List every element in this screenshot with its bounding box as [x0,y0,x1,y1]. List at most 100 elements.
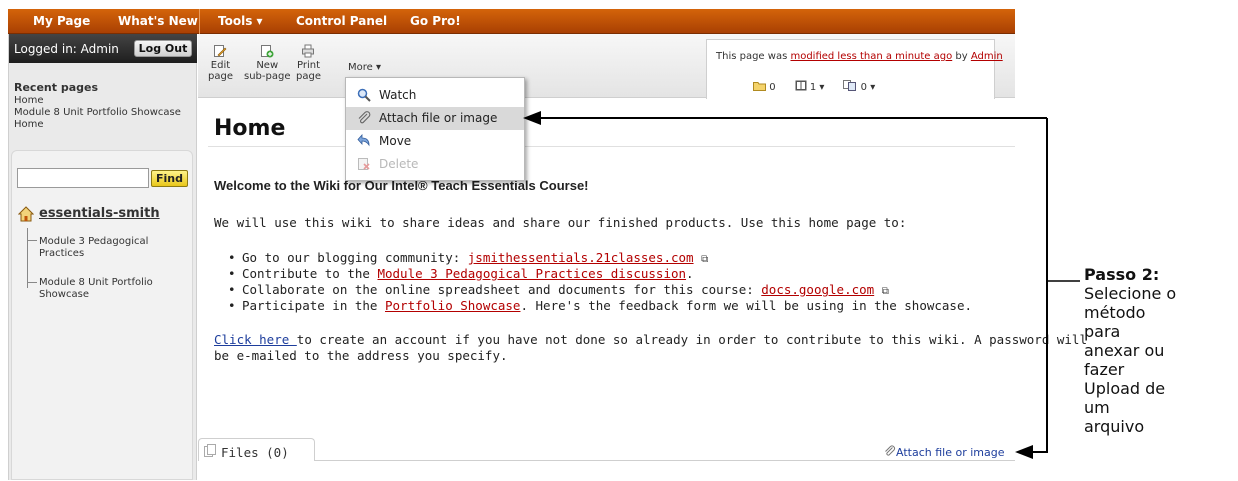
delete-page-icon [358,158,370,170]
list-item-text: Collaborate on the online spreadsheet an… [242,282,762,297]
annotation-line: anexar ou [1084,341,1165,360]
annotation-line: Selecione o [1084,284,1177,303]
find-button[interactable]: Find [151,170,188,187]
nav-tools-menu[interactable]: Tools ▾ [218,9,263,34]
click-here-link[interactable]: Click here [214,332,297,347]
page-history-link[interactable]: modified less than a minute ago [790,51,952,62]
external-link-icon: ⧉ [701,254,709,265]
pages-count[interactable]: 1 ▾ [810,82,825,93]
annotation-line: arquivo [1084,417,1145,436]
files-tab[interactable]: Files (0) [198,438,315,461]
watch-magnifier-icon [357,88,371,102]
page-stats: 0 1 ▾ 0 ▾ [753,80,875,93]
tree-page-link[interactable]: Module 3 Pedagogical Practices [39,236,179,260]
recent-pages-heading: Recent pages [14,81,99,94]
edit-page-button[interactable]: Edit page [208,44,233,82]
menu-item-label: Watch [379,88,417,102]
files-divider [198,460,1015,461]
wiki-home-link[interactable]: essentials-smith [39,206,160,221]
intro-paragraph: We will use this wiki to share ideas and… [214,215,907,230]
annotation-callout: Passo 2: Selecione o método para anexar … [1084,265,1236,436]
recent-page-link[interactable]: Home [14,95,44,106]
annotation-line: um [1084,398,1110,417]
tree-connector [27,240,37,241]
list-item: Collaborate on the online spreadsheet an… [228,282,889,297]
new-subpage-label: sub-page [244,71,291,82]
links-count[interactable]: 0 ▾ [861,82,876,93]
google-docs-link[interactable]: docs.google.com [761,282,874,297]
move-arrow-icon [357,134,370,147]
logout-button[interactable]: Log Out [134,40,192,57]
new-subpage-label: New [256,60,279,71]
folder-count[interactable]: 0 [769,82,775,93]
edit-page-icon [214,45,227,57]
files-tab-label: Files (0) [221,445,289,460]
attach-file-label: Attach file or image [896,446,1005,459]
menu-item-move[interactable]: Move [346,130,524,153]
signup-text: to create an account if you have not don… [296,332,1087,347]
modified-by-text: by [952,51,971,62]
edit-page-label: Edit [210,60,231,71]
printer-icon [302,44,315,58]
menu-item-label: Move [379,134,412,148]
portfolio-showcase-link[interactable]: Portfolio Showcase [385,298,520,313]
new-page-icon [261,45,274,58]
menu-item-label: Delete [379,157,419,171]
nav-my-page[interactable]: My Page [33,9,90,34]
screenshot-stage: My Page What's New Tools ▾ Control Panel… [0,0,1238,481]
tree-page-link[interactable]: Module 8 Unit Portfolio Showcase [39,277,179,301]
attach-file-link[interactable]: Attach file or image [884,445,1004,459]
list-item-text: Participate in the [242,298,385,313]
navigation-panel [11,150,193,480]
module3-discussion-link[interactable]: Module 3 Pedagogical Practices discussio… [377,266,686,281]
new-subpage-button[interactable]: New sub-page [244,44,290,82]
print-page-label: page [296,71,321,82]
menu-item-watch[interactable]: Watch [346,84,524,107]
modified-prefix: This page was [716,51,791,62]
recent-page-link[interactable]: Module 8 Unit Portfolio Showcase [14,107,181,118]
list-item-text: Go to our blogging community: [242,250,468,265]
paperclip-icon [358,111,371,124]
nav-whats-new[interactable]: What's New [118,9,198,34]
files-icon [204,444,216,457]
title-divider [208,146,1015,147]
login-bar: Logged in: Admin Log Out [9,34,197,63]
print-page-label: Print [296,60,320,71]
annotation-line: método [1084,303,1146,322]
more-menu-button[interactable]: More ▾ [348,62,381,73]
menu-item-attach[interactable]: Attach file or image [346,107,524,130]
list-item: Contribute to the Module 3 Pedagogical P… [228,266,694,281]
external-link-icon: ⧉ [881,286,889,297]
folder-icon [753,82,766,91]
blog-community-link[interactable]: jsmithessentials.21classes.com [468,250,694,265]
recent-page-link[interactable]: Home [14,119,44,130]
page-info-box: This page was modified less than a minut… [706,39,1003,99]
annotation-title: Passo 2: [1084,265,1160,284]
left-sidebar: Logged in: Admin Log Out Recent pages Ho… [8,34,197,480]
tree-connector [27,282,37,283]
signup-paragraph-cont: be e-mailed to the address you specify. [214,348,508,363]
annotation-line: para [1084,322,1121,341]
list-item-text: . [686,266,694,281]
list-item: Go to our blogging community: jsmithesse… [228,250,709,265]
nav-control-panel[interactable]: Control Panel [296,9,387,34]
annotation-line: fazer [1084,360,1125,379]
print-page-button[interactable]: Print page [296,44,321,82]
home-icon [18,206,34,222]
list-item: Participate in the Portfolio Showcase. H… [228,298,973,313]
logged-in-status: Logged in: Admin [14,42,119,56]
menu-item-label: Attach file or image [379,111,498,125]
nav-go-pro[interactable]: Go Pro! [410,9,461,34]
page-modified-info: This page was modified less than a minut… [716,51,1003,62]
author-link[interactable]: Admin [971,51,1003,62]
page-title: Home [214,116,286,141]
more-dropdown-menu: Watch Attach file or image Move Delete [345,77,525,181]
list-item-text: . Here's the feedback form we will be us… [520,298,973,313]
signup-paragraph: Click here to create an account if you h… [214,332,1087,347]
links-icon [843,80,857,91]
list-item-text: Contribute to the [242,266,378,281]
search-input[interactable] [17,168,149,188]
tree-connector [27,228,28,288]
pages-icon [795,80,807,91]
annotation-line: Upload de [1084,379,1166,398]
